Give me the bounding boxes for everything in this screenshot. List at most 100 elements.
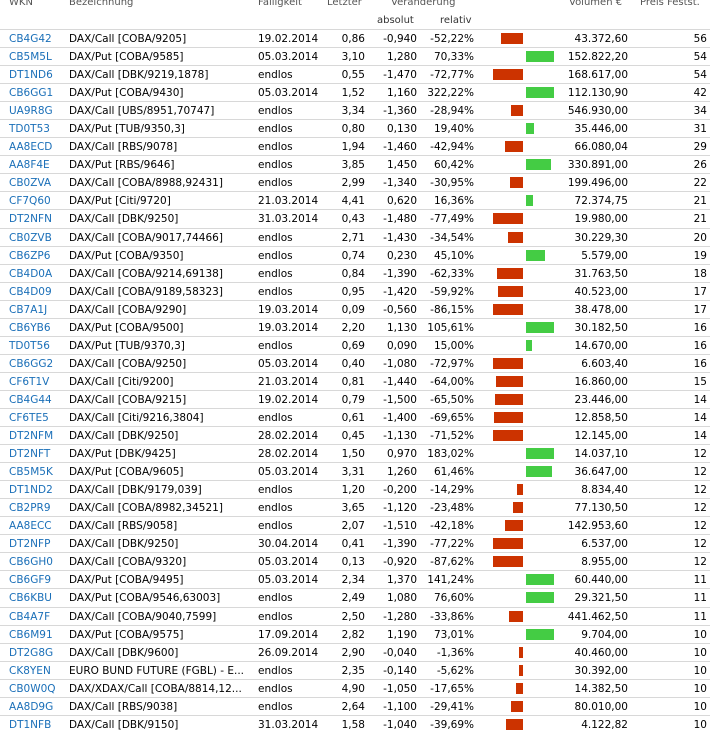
table-row[interactable]: TD0T53 DAX/Put [TUB/9350,3] endlos 0,80 0,13… [0,119,710,137]
wkn-link[interactable]: CB4G42 [9,33,52,45]
wkn-link[interactable]: CB0ZVA [9,177,51,189]
table-row[interactable]: DT1NFB DAX/Call [DBK/9150] 31.03.2014 1,58 -… [0,714,710,733]
header-last[interactable]: Letzter [327,0,362,8]
wkn-link[interactable]: CB7A1J [9,304,47,316]
table-row[interactable]: CB0W0Q DAX/XDAX/Call [COBA/8814,12... endl… [0,678,710,697]
change-relative: -71,52% [430,430,474,443]
table-row[interactable]: CB6GF9 DAX/Put [COBA/9495] 05.03.2014 2,34 1… [0,570,710,588]
table-row[interactable]: CK8YEN EURO BUND FUTURE (FGBL) - E... endl… [0,660,710,679]
wkn-link[interactable]: AA8ECC [9,520,52,532]
product-name: DAX/Call [Citi/9216,3804] [69,411,204,424]
change-absolute: 1,080 [386,592,417,605]
table-row[interactable]: CF6TE5 DAX/Call [Citi/9216,3804] endlos 0,6… [0,407,710,426]
subheader-abs: absolut [377,15,414,26]
last-price: 0,55 [341,69,365,82]
volume-value: 38.478,00 [574,303,628,316]
header-fest[interactable]: Preis Festst. [640,0,700,8]
wkn-link[interactable]: AA8F4E [9,159,50,171]
table-row[interactable]: CB0ZVA DAX/Call [COBA/8988,92431] endlos 2,… [0,173,710,191]
table-row[interactable]: CB5M5K DAX/Put [COBA/9605] 05.03.2014 3,31 1… [0,462,710,480]
table-row[interactable]: CB5M5L DAX/Put [COBA/9585] 05.03.2014 3,10 1… [0,47,710,65]
wkn-link[interactable]: AA8D9G [9,701,53,713]
wkn-link[interactable]: CB4D09 [9,286,52,298]
wkn-link[interactable]: CB6M91 [9,629,53,641]
wkn-link[interactable]: TD0T53 [9,123,50,135]
wkn-link[interactable]: DT2NFM [9,430,53,442]
wkn-link[interactable]: DT1ND6 [9,69,53,81]
table-row[interactable]: CB4D09 DAX/Call [COBA/9189,58323] endlos 0,… [0,281,710,300]
table-row[interactable]: DT2NFM DAX/Call [DBK/9250] 28.02.2014 0,45 -… [0,426,710,444]
volume-value: 5.579,00 [581,249,628,262]
table-row[interactable]: DT1ND2 DAX/Call [DBK/9179,039] endlos 1,20 -… [0,480,710,498]
product-name: DAX/Put [RBS/9646] [69,159,175,172]
expiry-date: 28.02.2014 [258,448,319,461]
table-row[interactable]: CB6GG2 DAX/Call [COBA/9250] 05.03.2014 0,40… [0,353,710,372]
table-row[interactable]: DT1ND6 DAX/Call [DBK/9219,1878] endlos 0,55… [0,65,710,83]
table-row[interactable]: CB0ZVB DAX/Call [COBA/9017,74466] endlos 2,… [0,227,710,246]
wkn-link[interactable]: CB6ZP6 [9,250,50,262]
table-row[interactable]: CF6T1V DAX/Call [Citi/9200] 21.03.2014 0,81… [0,371,710,390]
table-row[interactable]: CB2PR9 DAX/Call [COBA/8982,34521] endlos 3,… [0,498,710,516]
table-row[interactable]: CB6M91 DAX/Put [COBA/9575] 17.09.2014 2,82 1… [0,624,710,643]
table-row[interactable]: CB4G42 DAX/Call [COBA/9205] 19.02.2014 0,86… [0,29,710,47]
wkn-link[interactable]: CB4D0A [9,268,52,280]
table-row[interactable]: CB6ZP6 DAX/Put [COBA/9350] endlos 0,74 0,230… [0,245,710,264]
table-row[interactable]: CB6KBU DAX/Put [COBA/9546,63003] endlos 2,4… [0,588,710,606]
wkn-link[interactable]: DT2NFP [9,538,50,550]
wkn-link[interactable]: DT2NFN [9,213,52,225]
wkn-link[interactable]: TD0T56 [9,340,50,352]
header-name[interactable]: Bezeichnung [69,0,133,8]
table-row[interactable]: CB4G44 DAX/Call [COBA/9215] 19.02.2014 0,79… [0,389,710,408]
wkn-link[interactable]: CF7Q60 [9,195,51,207]
table-row[interactable]: CB4D0A DAX/Call [COBA/9214,69138] endlos 0,… [0,263,710,282]
table-row[interactable]: DT2NFT DAX/Put [DBK/9425] 28.02.2014 1,50 0,… [0,444,710,462]
wkn-link[interactable]: CB4A7F [9,611,50,623]
header-volume[interactable]: Volumen € [569,0,622,8]
wkn-link[interactable]: CB6GH0 [9,556,53,568]
wkn-link[interactable]: CB6GG1 [9,87,53,99]
table-row[interactable]: CB7A1J DAX/Call [COBA/9290] 19.03.2014 0,09… [0,299,710,318]
table-row[interactable]: TD0T56 DAX/Put [TUB/9370,3] endlos 0,69 0,09… [0,335,710,354]
table-header: WKN Bezeichnung Fälligkeit Letzter Verän… [0,0,710,13]
wkn-link[interactable]: CB6YB6 [9,322,51,334]
header-wkn[interactable]: WKN [9,0,33,8]
wkn-link[interactable]: UA9R8G [9,105,53,117]
wkn-link[interactable]: CB2PR9 [9,502,51,514]
wkn-link[interactable]: CB4G44 [9,394,52,406]
table-row[interactable]: AA8D9G DAX/Call [RBS/9038] endlos 2,64 -1,10… [0,696,710,715]
table-row[interactable]: CB4A7F DAX/Call [COBA/9040,7599] endlos 2,5… [0,606,710,625]
table-row[interactable]: DT2G8G DAX/Call [DBK/9600] 26.09.2014 2,90 -… [0,642,710,661]
product-name: DAX/Call [RBS/9038] [69,700,178,713]
wkn-link[interactable]: CB0W0Q [9,683,56,695]
wkn-link[interactable]: CK8YEN [9,665,51,677]
table-row[interactable]: AA8ECD DAX/Call [RBS/9078] endlos 1,94 -1,46… [0,137,710,155]
wkn-link[interactable]: DT1ND2 [9,484,53,496]
table-row[interactable]: AA8F4E DAX/Put [RBS/9646] endlos 3,85 1,450 6… [0,155,710,173]
wkn-link[interactable]: CF6T1V [9,376,49,388]
table-row[interactable]: AA8ECC DAX/Call [RBS/9058] endlos 2,07 -1,51… [0,516,710,534]
table-row[interactable]: CB6GH0 DAX/Call [COBA/9320] 05.03.2014 0,13… [0,552,710,570]
table-row[interactable]: CB6GG1 DAX/Put [COBA/9430] 05.03.2014 1,52 1… [0,83,710,101]
wkn-link[interactable]: CB5M5L [9,51,52,63]
last-price: 0,74 [341,249,365,262]
wkn-link[interactable]: CB6GF9 [9,574,51,586]
header-date[interactable]: Fälligkeit [258,0,302,8]
change-bar-up [526,123,534,135]
table-row[interactable]: CB6YB6 DAX/Put [COBA/9500] 19.03.2014 2,20 1… [0,317,710,336]
table-row[interactable]: DT2NFP DAX/Call [DBK/9250] 30.04.2014 0,41 -… [0,534,710,552]
wkn-link[interactable]: CB5M5K [9,466,53,478]
wkn-link[interactable]: CB6GG2 [9,358,53,370]
header-change[interactable]: Veränderung [391,0,455,8]
wkn-link[interactable]: CB6KBU [9,592,52,604]
table-row[interactable]: CF7Q60 DAX/Put [Citi/9720] 21.03.2014 4,41 0… [0,191,710,209]
wkn-link[interactable]: CF6TE5 [9,412,49,424]
wkn-link[interactable]: AA8ECD [9,141,52,153]
wkn-link[interactable]: CB0ZVB [9,232,52,244]
wkn-link[interactable]: DT2G8G [9,647,53,659]
volume-value: 14.382,50 [574,682,628,695]
fest-count: 22 [693,177,707,190]
table-row[interactable]: DT2NFN DAX/Call [DBK/9250] 31.03.2014 0,43 -… [0,209,710,227]
table-row[interactable]: UA9R8G DAX/Call [UBS/8951,70747] endlos 3,3… [0,101,710,119]
wkn-link[interactable]: DT2NFT [9,448,50,460]
wkn-link[interactable]: DT1NFB [9,719,51,731]
